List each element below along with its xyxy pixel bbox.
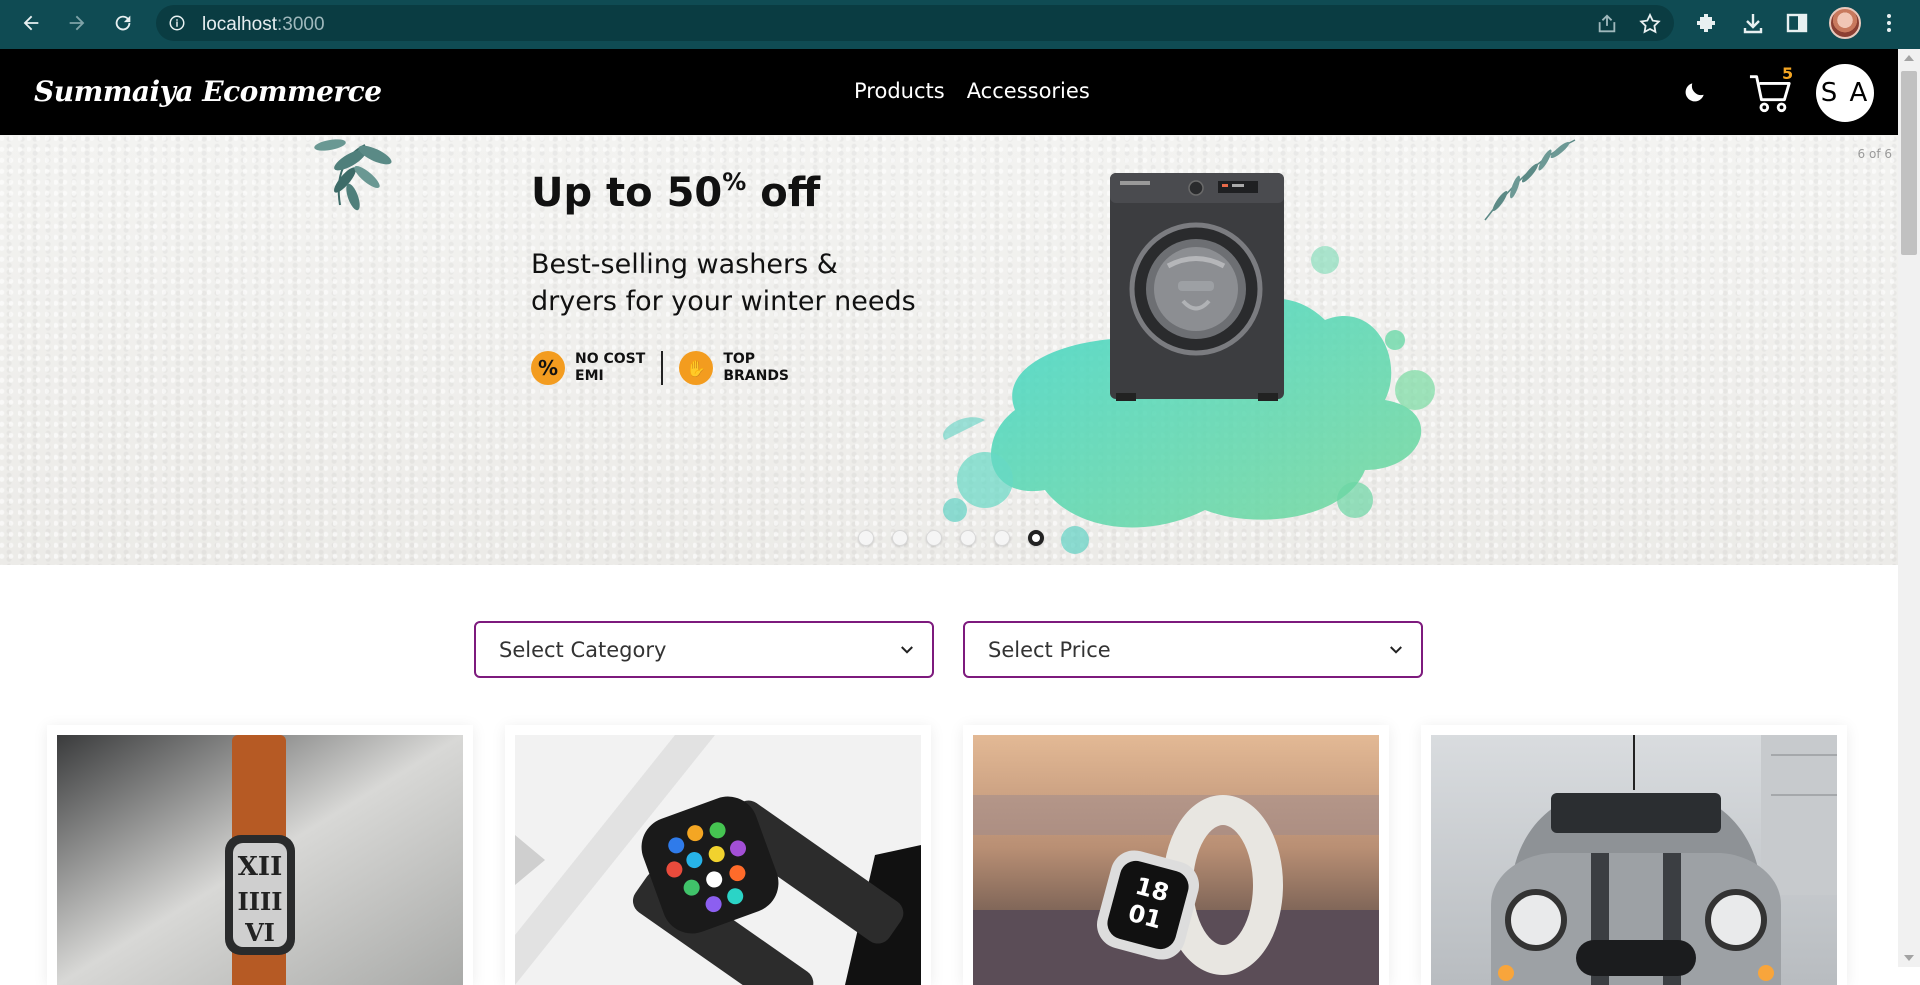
user-avatar[interactable]: S A [1816, 64, 1874, 122]
browser-profile-avatar[interactable] [1829, 7, 1861, 39]
site-logo[interactable]: Summaiya Ecommerce [34, 75, 382, 108]
nav-link-accessories[interactable]: Accessories [967, 79, 1090, 103]
badge-top-brands: ✋ TOP BRANDS [679, 351, 789, 385]
badge-no-cost-emi: % NO COST EMI [531, 351, 645, 385]
hero-subtitle: Best-selling washers & dryers for your wi… [531, 249, 916, 317]
dark-mode-moon-icon[interactable] [1682, 79, 1708, 105]
carousel-dot-5[interactable] [994, 530, 1010, 546]
back-icon[interactable] [17, 9, 45, 37]
page-scrollbar[interactable] [1898, 49, 1920, 967]
price-select-label: Select Price [988, 638, 1111, 662]
product-image-smartwatch-orange[interactable]: XII IIII VI [57, 735, 463, 985]
browser-menu-icon[interactable] [1877, 11, 1901, 35]
extensions-puzzle-icon[interactable] [1694, 11, 1718, 35]
carousel-dot-4[interactable] [960, 530, 976, 546]
svg-text:VI: VI [244, 918, 275, 947]
forward-icon[interactable] [63, 9, 91, 37]
product-card[interactable] [505, 725, 931, 985]
site-navbar: Summaiya Ecommerce Products Accessories … [0, 49, 1898, 135]
site-info-icon[interactable] [168, 14, 186, 32]
carousel-dots [858, 530, 1044, 546]
hero-badges: % NO COST EMI ✋ TOP BRANDS [531, 351, 789, 385]
side-panel-icon[interactable] [1785, 11, 1809, 35]
washing-machine-image [1110, 173, 1284, 401]
hero-carousel[interactable]: 6 of 6 Up to 50% off Best-selling washer… [0, 135, 1898, 565]
cart-count-badge: 5 [1782, 64, 1794, 83]
price-select[interactable]: Select Price [963, 621, 1423, 678]
carousel-dot-3[interactable] [926, 530, 942, 546]
product-card[interactable] [1421, 725, 1847, 985]
product-image-mini-cooper[interactable] [1431, 735, 1837, 985]
hand-badge-icon: ✋ [679, 351, 714, 385]
svg-text:XII: XII [238, 852, 283, 882]
url-text: localhost:3000 [202, 14, 325, 35]
percent-icon: % [531, 351, 565, 385]
share-icon[interactable] [1596, 13, 1618, 35]
category-select[interactable]: Select Category [474, 621, 934, 678]
slide-counter: 6 of 6 [1857, 147, 1892, 161]
scrollbar-thumb[interactable] [1901, 71, 1917, 255]
svg-text:IIII: IIII [238, 887, 283, 916]
product-card[interactable]: XII IIII VI [47, 725, 473, 985]
scroll-down-arrow-icon[interactable] [1904, 955, 1914, 961]
carousel-dot-2[interactable] [892, 530, 908, 546]
main-nav: Products Accessories [854, 79, 1090, 103]
download-icon[interactable] [1741, 11, 1765, 35]
nav-link-products[interactable]: Products [854, 79, 945, 103]
scroll-up-arrow-icon[interactable] [1904, 55, 1914, 61]
hero-title: Up to 50% off [531, 168, 821, 216]
address-bar[interactable]: localhost:3000 [156, 5, 1674, 41]
chevron-down-icon [1390, 646, 1402, 654]
product-image-apple-watch-black[interactable] [515, 735, 921, 985]
chevron-down-icon [901, 646, 913, 654]
browser-toolbar: localhost:3000 [0, 0, 1920, 49]
product-image-smartwatch-white[interactable]: 18 01 [973, 735, 1379, 985]
reload-icon[interactable] [109, 9, 137, 37]
bookmark-star-icon[interactable] [1638, 12, 1662, 36]
leaf-decoration-icon [314, 139, 392, 211]
badge-divider [661, 351, 664, 385]
category-select-label: Select Category [499, 638, 667, 662]
carousel-dot-6-active[interactable] [1028, 530, 1044, 546]
leaf-decoration-icon [1484, 139, 1576, 221]
carousel-dot-1[interactable] [858, 530, 874, 546]
product-card[interactable]: 18 01 [963, 725, 1389, 985]
